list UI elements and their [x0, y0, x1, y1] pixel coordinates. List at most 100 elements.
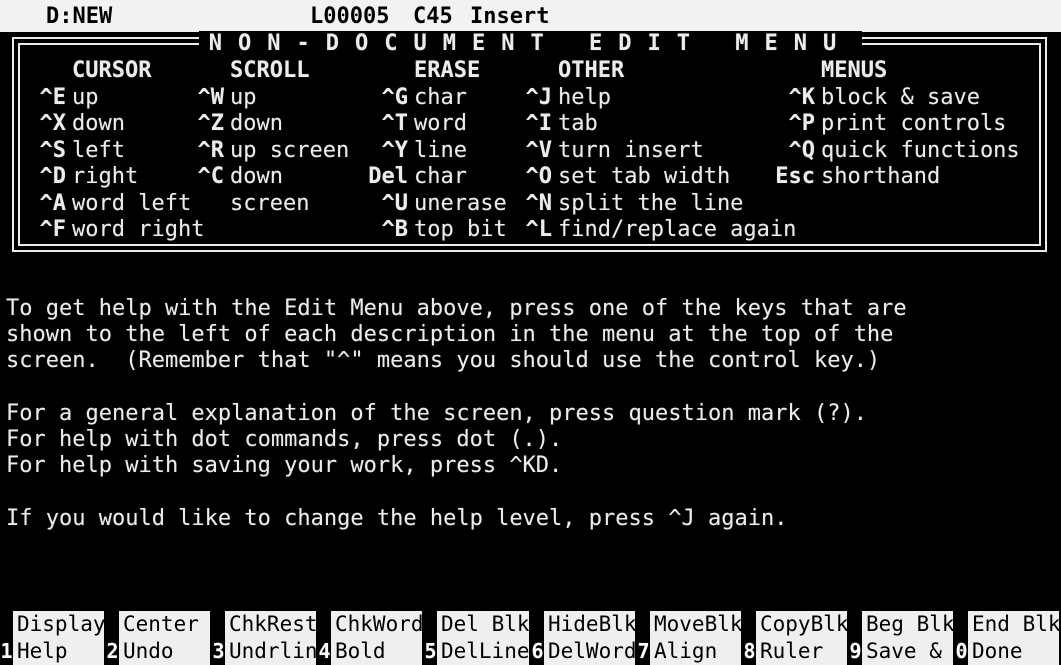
function-key-label-shift: Beg Blk: [866, 612, 953, 636]
function-key-label-plain: Ruler: [760, 639, 824, 663]
menu-desc-scroll: down: [230, 164, 283, 190]
function-key-8[interactable]: CopyBlk Ruler 8: [743, 611, 847, 665]
menu-desc-scroll: screen: [230, 190, 310, 216]
function-key-6[interactable]: HideBlk DelWord 6: [531, 611, 635, 665]
function-key-label: MoveBlk Align: [650, 611, 741, 665]
function-key-label-shift: Center: [123, 612, 199, 636]
function-key-label-shift: ChkRest: [229, 612, 316, 636]
help-line: If you would like to change the help lev…: [6, 506, 788, 531]
function-key-number: 3: [212, 638, 225, 665]
function-key-label-shift: End Blk: [972, 612, 1059, 636]
function-key-7[interactable]: MoveBlk Align 7: [637, 611, 741, 665]
help-line: To get help with the Edit Menu above, pr…: [6, 296, 907, 321]
function-key-number: 4: [318, 638, 331, 665]
menu-desc-scroll: up screen: [230, 137, 350, 163]
function-key-0[interactable]: End Blk Done 0: [955, 611, 1059, 665]
file-name: D:NEW: [46, 4, 113, 29]
menu-key-erase: ^Y: [381, 137, 409, 163]
menu-key-erase: ^B: [381, 217, 409, 242]
menu-desc-cursor: left: [72, 137, 125, 163]
function-key-4[interactable]: ChkWord Bold 4: [318, 611, 422, 665]
function-key-label-shift: Del Blk: [441, 612, 529, 636]
function-key-label: Del Blk DelLine: [437, 611, 529, 665]
menu-desc-erase: char: [414, 85, 467, 110]
menu-desc-erase: char: [414, 164, 467, 190]
function-key-label-plain: Done: [972, 639, 1023, 663]
function-key-label-shift: CopyBlk: [760, 612, 847, 636]
menu-key-menus: ^Q: [788, 137, 816, 163]
menu-title-text: NON-DOCUMENT EDIT MENU: [198, 31, 863, 56]
menu-key-scroll: ^Z: [197, 111, 225, 137]
function-key-label: HideBlk DelWord: [544, 611, 635, 665]
menu-key-other: ^I: [525, 111, 553, 137]
function-key-1[interactable]: Display Help 1: [0, 611, 104, 665]
menu-desc-menus: print controls: [821, 111, 1007, 137]
menu-key-menus: Esc: [775, 164, 815, 190]
menu-desc-other: tab: [558, 111, 598, 137]
function-key-number: 1: [0, 638, 13, 665]
menu-key-scroll: ^R: [197, 137, 225, 163]
function-key-label-plain: Help: [17, 639, 68, 663]
menu-key-scroll: ^W: [197, 85, 225, 110]
help-line: For help with saving your work, press ^K…: [6, 453, 563, 478]
function-key-label-shift: HideBlk: [548, 612, 635, 636]
menu-desc-erase: unerase: [414, 190, 507, 216]
function-key-label-plain: Save &: [866, 639, 942, 663]
menu-key-other: ^L: [525, 217, 553, 242]
menu-desc-menus: shorthand: [821, 164, 941, 190]
function-key-label-plain: DelLine: [441, 639, 529, 663]
column-indicator: C45: [413, 4, 453, 29]
function-key-label: ChkWord Bold: [331, 611, 422, 665]
function-key-number: 2: [106, 638, 119, 665]
menu-key-other: ^N: [525, 190, 553, 216]
help-line: shown to the left of each description in…: [6, 322, 894, 347]
menu-key-erase: Del: [368, 164, 408, 190]
menu-desc-erase: top bit: [414, 217, 507, 242]
help-line: screen. (Remember that "^" means you sho…: [6, 348, 881, 373]
menu-key-cursor: ^E: [39, 85, 67, 110]
menu-desc-scroll: up: [230, 85, 257, 110]
function-key-3[interactable]: ChkRest Undrlin 3: [212, 611, 316, 665]
menu-key-cursor: ^A: [39, 190, 67, 216]
menu-title: NON-DOCUMENT EDIT MENU: [0, 31, 1061, 56]
menu-key-erase: ^G: [381, 85, 409, 110]
function-key-number: 7: [637, 638, 650, 665]
help-line: For a general explanation of the screen,…: [6, 401, 867, 426]
header-scroll: SCROLL: [230, 58, 310, 83]
menu-desc-other: turn insert: [558, 137, 704, 163]
menu-desc-cursor: down: [72, 111, 125, 137]
header-cursor: CURSOR: [72, 58, 152, 83]
menu-desc-menus: block & save: [821, 85, 980, 110]
function-key-bar: Display Help 1 Center Undo 2 ChkRest Undrlin 3 Ch…: [0, 611, 1061, 665]
menu-key-scroll: ^C: [197, 164, 225, 190]
function-key-label-plain: Bold: [335, 639, 386, 663]
menu-desc-other: set tab width: [558, 164, 731, 190]
function-key-5[interactable]: Del Blk DelLine 5: [424, 611, 529, 665]
function-key-number: 5: [424, 638, 437, 665]
function-key-label-plain: Align: [654, 639, 718, 663]
function-key-label: End Blk Done: [968, 611, 1059, 665]
line-indicator: L00005: [310, 4, 390, 29]
menu-desc-cursor: word right: [72, 217, 205, 242]
function-key-9[interactable]: Beg Blk Save & 9: [849, 611, 953, 665]
function-key-number: 6: [531, 638, 544, 665]
menu-desc-other: find/replace again: [558, 217, 797, 242]
menu-desc-other: split the line: [558, 190, 744, 216]
menu-key-erase: ^T: [381, 111, 409, 137]
function-key-number: 9: [849, 638, 862, 665]
function-key-label-plain: Undrlin: [229, 639, 316, 663]
header-menus: MENUS: [821, 58, 888, 83]
menu-key-erase: ^U: [381, 190, 409, 216]
menu-key-other: ^V: [525, 137, 553, 163]
menu-key-other: ^O: [525, 164, 553, 190]
function-key-label-shift: MoveBlk: [654, 612, 741, 636]
menu-desc-erase: word: [414, 111, 467, 137]
menu-key-cursor: ^X: [39, 111, 67, 137]
function-key-2[interactable]: Center Undo 2: [106, 611, 210, 665]
header-other: OTHER: [558, 58, 625, 83]
menu-desc-scroll: down: [230, 111, 283, 137]
menu-key-cursor: ^S: [39, 137, 67, 163]
menu-desc-menus: quick functions: [821, 137, 1020, 163]
insert-mode-indicator: Insert: [470, 4, 550, 29]
menu-desc-cursor: word left: [72, 190, 192, 216]
